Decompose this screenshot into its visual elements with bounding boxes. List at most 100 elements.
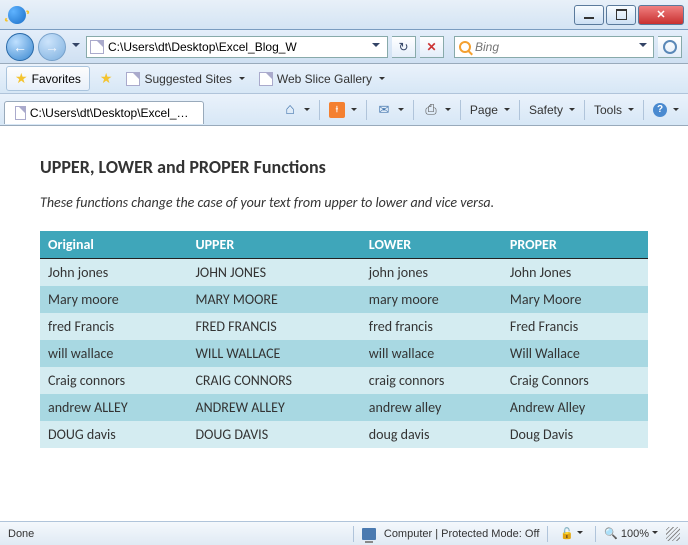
browser-tab[interactable]: C:\Users\dt\Desktop\Excel_Blog_Workb...: [4, 101, 204, 124]
divider: [547, 526, 548, 542]
table-cell: JOHN JONES: [187, 259, 360, 287]
col-proper: PROPER: [502, 231, 648, 259]
nav-history-dropdown[interactable]: [70, 39, 82, 55]
tools-menu[interactable]: Tools: [589, 100, 639, 120]
add-favorite-button[interactable]: ★: [96, 68, 117, 89]
divider: [519, 100, 520, 120]
table-cell: Andrew Alley: [502, 394, 648, 421]
status-bar: Done Computer | Protected Mode: Off 🔓 🔍 …: [0, 521, 688, 545]
divider: [366, 100, 367, 120]
window-buttons: [572, 5, 684, 25]
help-icon: [653, 103, 667, 117]
star-icon: ★: [100, 70, 113, 87]
minimize-button[interactable]: [574, 5, 604, 25]
table-cell: doug davis: [361, 421, 502, 448]
table-cell: Mary Moore: [502, 286, 648, 313]
suggested-label: Suggested Sites: [144, 72, 231, 86]
table-cell: Craig Connors: [502, 367, 648, 394]
table-cell: Craig connors: [40, 367, 187, 394]
table-cell: john jones: [361, 259, 502, 287]
table-row: DOUG davisDOUG DAVISdoug davisDoug Davis: [40, 421, 648, 448]
table-cell: Fred Francis: [502, 313, 648, 340]
zoom-control[interactable]: 🔍 100%: [604, 527, 658, 540]
table-cell: craig connors: [361, 367, 502, 394]
ie-logo-icon: [8, 6, 26, 24]
divider: [319, 100, 320, 120]
table-cell: will wallace: [40, 340, 187, 367]
col-upper: UPPER: [187, 231, 360, 259]
col-lower: LOWER: [361, 231, 502, 259]
home-button[interactable]: [277, 99, 315, 121]
table-header-row: Original UPPER LOWER PROPER: [40, 231, 648, 259]
status-text: Done: [8, 528, 34, 540]
refresh-button[interactable]: ↻: [392, 36, 416, 58]
table-cell: John jones: [40, 259, 187, 287]
page-menu[interactable]: Page: [465, 100, 515, 120]
table-cell: DOUG davis: [40, 421, 187, 448]
favorites-bar: ★ Favorites ★ Suggested Sites Web Slice …: [0, 64, 688, 94]
back-button[interactable]: ←: [6, 33, 34, 61]
rss-icon: [329, 102, 345, 118]
security-dropdown[interactable]: 🔓: [556, 525, 587, 542]
stop-button[interactable]: ✕: [420, 36, 444, 58]
address-input[interactable]: [108, 40, 368, 54]
maximize-button[interactable]: [606, 5, 636, 25]
table-cell: Doug Davis: [502, 421, 648, 448]
table-cell: ANDREW ALLEY: [187, 394, 360, 421]
divider: [353, 526, 354, 542]
search-provider-icon: [459, 41, 471, 53]
table-row: will wallaceWILL WALLACEwill wallaceWill…: [40, 340, 648, 367]
table-cell: WILL WALLACE: [187, 340, 360, 367]
favorites-button[interactable]: ★ Favorites: [6, 66, 90, 91]
suggested-sites-link[interactable]: Suggested Sites: [122, 70, 248, 88]
favorites-label: Favorites: [32, 72, 81, 86]
col-original: Original: [40, 231, 187, 259]
search-dropdown[interactable]: [637, 39, 649, 54]
help-button[interactable]: [648, 100, 684, 120]
protected-mode-text: Computer | Protected Mode: Off: [384, 528, 540, 540]
mail-icon: [376, 102, 392, 118]
print-button[interactable]: [418, 99, 456, 121]
table-row: John jonesJOHN JONESjohn jonesJohn Jones: [40, 259, 648, 287]
table-row: Mary mooreMARY MOOREmary mooreMary Moore: [40, 286, 648, 313]
page-content: UPPER, LOWER and PROPER Functions These …: [0, 126, 688, 521]
table-cell: FRED FRANCIS: [187, 313, 360, 340]
web-slice-gallery-link[interactable]: Web Slice Gallery: [255, 70, 389, 88]
resize-grip[interactable]: [666, 527, 680, 541]
print-icon: [423, 102, 439, 118]
table-cell: fred francis: [361, 313, 502, 340]
table-cell: will wallace: [361, 340, 502, 367]
tab-title: C:\Users\dt\Desktop\Excel_Blog_Workb...: [30, 106, 193, 120]
table-cell: Will Wallace: [502, 340, 648, 367]
home-icon: [282, 102, 298, 118]
address-dropdown[interactable]: [368, 39, 384, 54]
table-cell: fred Francis: [40, 313, 187, 340]
table-cell: andrew ALLEY: [40, 394, 187, 421]
titlebar: [0, 0, 688, 30]
close-button[interactable]: [638, 5, 684, 25]
table-row: andrew ALLEYANDREW ALLEYandrew alleyAndr…: [40, 394, 648, 421]
search-go-button[interactable]: [658, 36, 682, 58]
command-bar: C:\Users\dt\Desktop\Excel_Blog_Workb... …: [0, 94, 688, 126]
table-cell: mary moore: [361, 286, 502, 313]
table-cell: John Jones: [502, 259, 648, 287]
webslice-label: Web Slice Gallery: [277, 72, 372, 86]
table-row: Craig connorsCRAIG CONNORScraig connorsC…: [40, 367, 648, 394]
table-cell: andrew alley: [361, 394, 502, 421]
page-icon: [126, 72, 140, 86]
table-cell: DOUG DAVIS: [187, 421, 360, 448]
safety-menu[interactable]: Safety: [524, 100, 580, 120]
table-cell: CRAIG CONNORS: [187, 367, 360, 394]
divider: [643, 100, 644, 120]
forward-button[interactable]: →: [38, 33, 66, 61]
rss-button[interactable]: [324, 99, 362, 121]
page-title: UPPER, LOWER and PROPER Functions: [40, 156, 648, 178]
star-icon: ★: [15, 70, 28, 87]
search-input[interactable]: [475, 40, 637, 54]
navigation-bar: ← → ↻ ✕: [0, 30, 688, 64]
divider: [595, 526, 596, 542]
page-description: These functions change the case of your …: [40, 194, 648, 211]
read-mail-button[interactable]: [371, 99, 409, 121]
address-bar[interactable]: [86, 36, 388, 58]
search-bar[interactable]: [454, 36, 654, 58]
